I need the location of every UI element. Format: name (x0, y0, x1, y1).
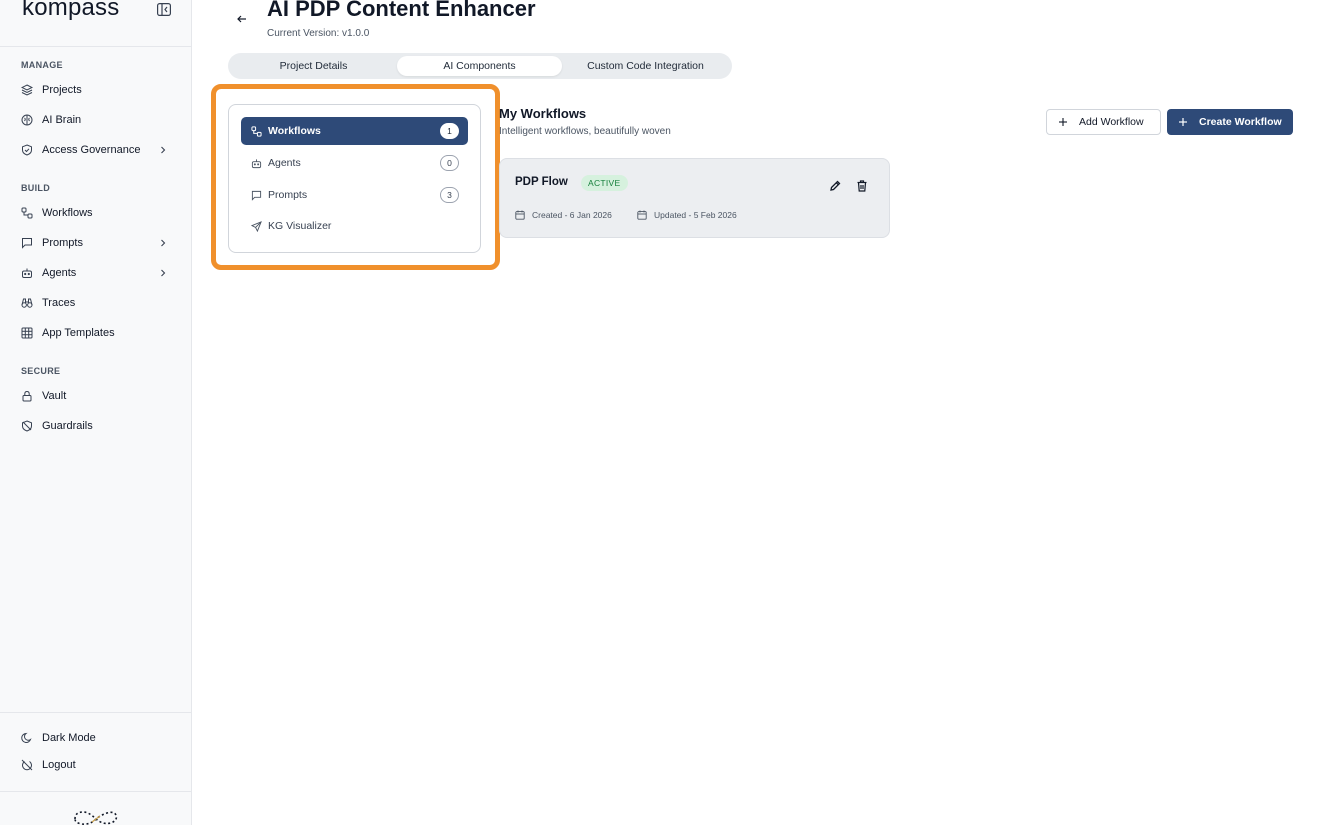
sidebar-item-app-templates[interactable]: App Templates (21, 322, 171, 344)
tab-bar: Project Details AI Components Custom Cod… (228, 53, 732, 79)
add-workflow-button[interactable]: Add Workflow (1046, 109, 1161, 135)
sidebar-item-label: Traces (42, 297, 76, 309)
nav-item-label: Agents (268, 157, 301, 169)
tab-project-details[interactable]: Project Details (231, 56, 396, 76)
dark-mode-toggle[interactable]: Dark Mode (21, 727, 171, 749)
workflow-name: PDP Flow (515, 176, 568, 188)
infinity-logo-icon (71, 806, 121, 825)
binoculars-icon (21, 297, 33, 309)
create-workflow-button[interactable]: Create Workflow (1167, 109, 1293, 135)
count-badge: 1 (440, 123, 459, 139)
plus-icon (1178, 117, 1188, 127)
nav-item-workflows[interactable]: Workflows 1 (241, 117, 468, 145)
status-badge: ACTIVE (581, 175, 628, 191)
brain-icon (21, 114, 33, 126)
nav-item-label: KG Visualizer (268, 220, 332, 232)
chevron-right-icon (159, 267, 167, 279)
sidebar-item-workflows[interactable]: Workflows (21, 202, 171, 224)
sidebar-item-label: Access Governance (42, 144, 141, 156)
nav-item-agents[interactable]: Agents 0 (241, 149, 468, 177)
section-build: BUILD (21, 183, 50, 193)
trash-icon[interactable] (855, 179, 869, 193)
section-title: My Workflows (499, 106, 587, 121)
button-label: Create Workflow (1199, 116, 1282, 128)
updated-date: Updated - 5 Feb 2026 (637, 210, 737, 220)
sidebar-item-guardrails[interactable]: Guardrails (21, 415, 171, 437)
bot-icon (251, 158, 262, 169)
sidebar-item-vault[interactable]: Vault (21, 385, 171, 407)
nav-item-kg-visualizer[interactable]: KG Visualizer (241, 212, 468, 240)
tab-custom-code-integration[interactable]: Custom Code Integration (563, 56, 728, 76)
section-manage: MANAGE (21, 60, 63, 70)
chevron-right-icon (159, 144, 167, 156)
calendar-icon (637, 210, 647, 220)
sidebar: kompass MANAGE Projects AI Brain Access … (0, 0, 192, 825)
sidebar-divider (0, 712, 191, 713)
sidebar-item-label: Projects (42, 84, 82, 96)
shield-icon (21, 144, 33, 156)
sidebar-item-label: Logout (42, 759, 76, 771)
section-secure: SECURE (21, 366, 61, 376)
shield-off-icon (21, 420, 33, 432)
moon-icon (21, 732, 33, 744)
version-subtitle: Current Version: v1.0.0 (267, 28, 370, 39)
plus-icon (1058, 117, 1068, 127)
lock-icon (21, 390, 33, 402)
chat-icon (21, 237, 33, 249)
count-badge: 0 (440, 155, 459, 171)
brand-logo: kompass (22, 0, 120, 21)
tab-ai-components[interactable]: AI Components (397, 56, 562, 76)
component-nav: Workflows 1 Agents 0 Prompts 3 KG Visual… (228, 104, 481, 253)
edit-icon[interactable] (828, 179, 842, 193)
sidebar-item-label: Agents (42, 267, 77, 279)
sidebar-item-access-governance[interactable]: Access Governance (21, 139, 171, 161)
sidebar-item-label: Vault (42, 390, 67, 402)
sidebar-divider (0, 791, 191, 792)
page-title: AI PDP Content Enhancer (267, 0, 536, 21)
send-icon (251, 220, 262, 232)
grid-icon (21, 327, 33, 339)
sidebar-item-projects[interactable]: Projects (21, 79, 171, 101)
workflow-icon (251, 125, 262, 137)
sidebar-item-prompts[interactable]: Prompts (21, 232, 171, 254)
sidebar-item-label: Dark Mode (42, 732, 96, 744)
layers-icon (21, 84, 33, 96)
sidebar-item-label: Workflows (42, 207, 93, 219)
updated-label: Updated - 5 Feb 2026 (654, 210, 737, 220)
logout-icon (21, 759, 33, 771)
sidebar-item-label: App Templates (42, 327, 115, 339)
sidebar-item-label: AI Brain (42, 114, 82, 126)
section-subtitle: Intelligent workflows, beautifully woven (499, 126, 671, 137)
sidebar-divider (0, 46, 191, 47)
sidebar-item-label: Guardrails (42, 420, 93, 432)
calendar-icon (515, 210, 525, 220)
logout-button[interactable]: Logout (21, 754, 171, 776)
chevron-right-icon (159, 237, 167, 249)
created-date: Created - 6 Jan 2026 (515, 210, 612, 220)
chat-icon (251, 190, 262, 201)
workflow-card[interactable]: PDP Flow ACTIVE Created - 6 Jan 2026 Upd… (499, 158, 890, 238)
nav-item-label: Prompts (268, 189, 308, 201)
bot-icon (21, 267, 33, 279)
button-label: Add Workflow (1079, 116, 1144, 128)
sidebar-collapse-icon[interactable] (157, 3, 172, 17)
sidebar-item-traces[interactable]: Traces (21, 292, 171, 314)
created-label: Created - 6 Jan 2026 (532, 210, 612, 220)
nav-item-label: Workflows (268, 125, 321, 137)
sidebar-item-label: Prompts (42, 237, 83, 249)
sidebar-item-agents[interactable]: Agents (21, 262, 171, 284)
sidebar-item-ai-brain[interactable]: AI Brain (21, 109, 171, 131)
back-arrow-icon[interactable] (235, 12, 249, 26)
workflow-icon (21, 207, 33, 219)
count-badge: 3 (440, 187, 459, 203)
nav-item-prompts[interactable]: Prompts 3 (241, 181, 468, 209)
